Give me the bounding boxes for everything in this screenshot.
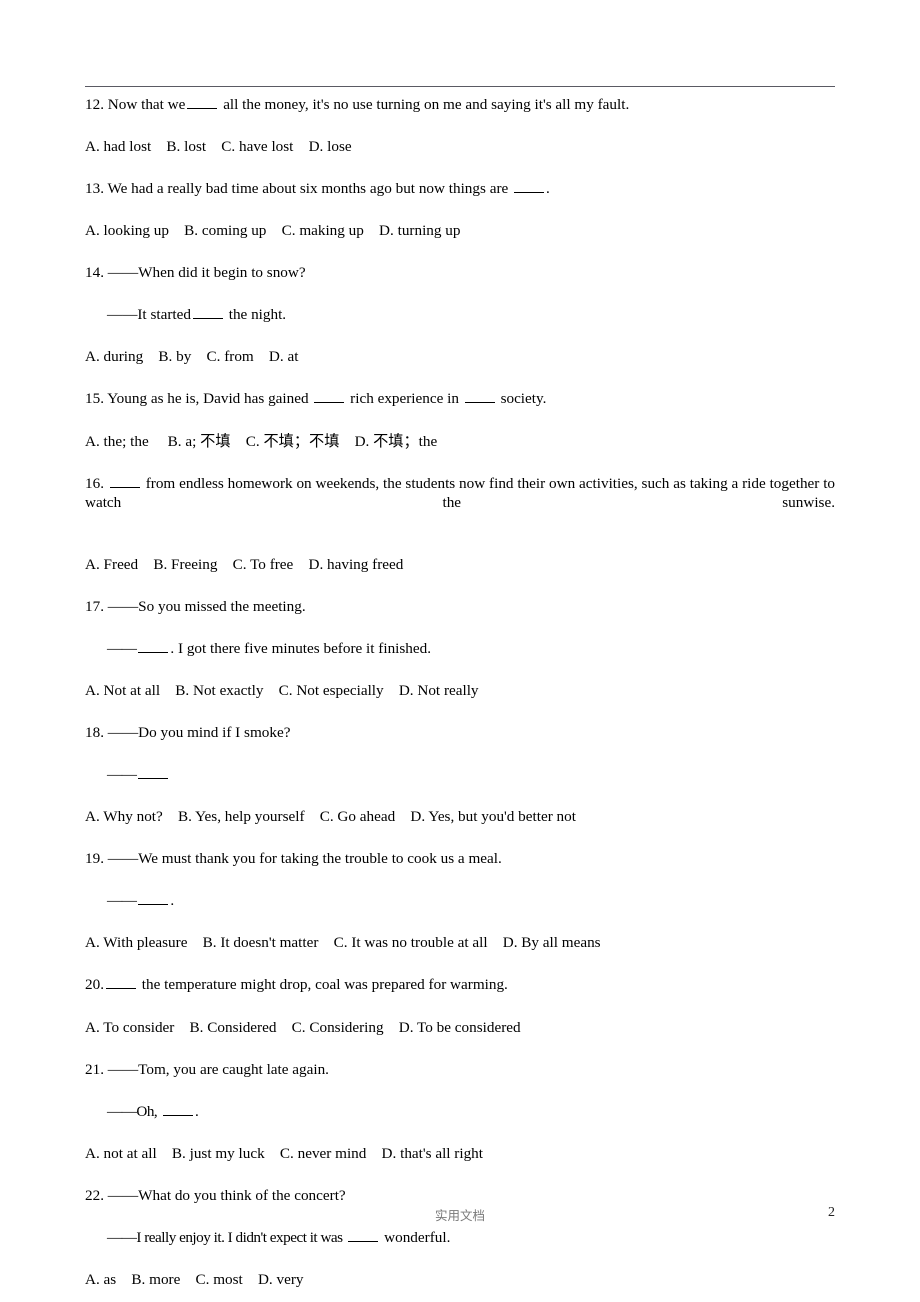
question-12-options[interactable]: A. had lost B. lost C. have lost D. lose xyxy=(85,137,835,157)
answer-blank[interactable] xyxy=(105,988,136,990)
question-13-stem-before: 13. We had a really bad time about six m… xyxy=(85,180,509,198)
question-17-stem: 17. ——So you missed the meeting. xyxy=(85,597,306,615)
footer-watermark: 实用文档 xyxy=(434,1208,485,1223)
document-page: 12. Now that we all the money, it's no u… xyxy=(0,0,920,1302)
question-16-stem-after: from endless homework on weekends, the s… xyxy=(85,474,836,512)
answer-blank[interactable] xyxy=(163,1114,194,1116)
page-number: 2 xyxy=(828,1205,835,1220)
question-20-stem-after: the temperature might drop, coal was pre… xyxy=(141,976,508,994)
question-12-stem-after: all the money, it's no use turning on me… xyxy=(223,96,630,113)
question-18-stem: 18. ——Do you mind if I smoke? xyxy=(85,724,291,742)
question-15-options[interactable]: A. the; the B. a; 不填 C. 不填；不填 D. 不填；the xyxy=(85,432,835,452)
question-19-reply-after: . xyxy=(170,892,175,910)
question-21-options[interactable]: A. not at all B. just my luck C. never m… xyxy=(85,1144,835,1164)
answer-blank[interactable] xyxy=(348,1240,379,1242)
answer-blank[interactable] xyxy=(464,402,495,404)
question-14-stem: 14. ——When did it begin to snow? xyxy=(85,264,306,282)
question-22-reply-before: ——I really enjoy it. I didn't expect it … xyxy=(107,1228,343,1246)
question-13-options[interactable]: A. looking up B. coming up C. making up … xyxy=(85,221,835,241)
answer-blank[interactable] xyxy=(138,778,169,780)
question-18-reply: —— xyxy=(85,765,835,785)
question-19-options[interactable]: A. With pleasure B. It doesn't matter C.… xyxy=(85,933,835,953)
question-18-reply-before: —— xyxy=(107,766,137,784)
question-19-reply-before: —— xyxy=(107,892,137,910)
question-22-reply-after: wonderful. xyxy=(384,1228,451,1246)
question-14-reply-before: ——It started xyxy=(107,306,191,324)
question-16-stem-before: 16. xyxy=(85,474,104,492)
question-15-stem: 15. Young as he is, David has gained ric… xyxy=(85,389,835,409)
answer-blank[interactable] xyxy=(187,108,218,109)
question-16-stem: 16. from endless homework on weekends, t… xyxy=(85,474,835,533)
question-20-stem-before: 20. xyxy=(85,976,104,994)
question-17-reply: —— . I got there five minutes before it f… xyxy=(85,639,835,659)
question-21-reply-before: ——Oh, xyxy=(107,1102,158,1120)
question-19-reply: ——. xyxy=(85,891,835,911)
header-rule xyxy=(85,86,835,87)
document-body: 12. Now that we all the money, it's no u… xyxy=(85,86,835,1302)
answer-blank[interactable] xyxy=(109,486,140,488)
question-22-stem: 22. ——What do you think of the concert? xyxy=(85,1186,346,1204)
question-16-options[interactable]: A. Freed B. Freeing C. To free D. having… xyxy=(85,555,835,575)
question-13-stem-after: . xyxy=(546,180,550,198)
question-20-stem: 20. the temperature might drop, coal was… xyxy=(85,975,835,995)
question-17-reply-before: —— xyxy=(107,639,137,657)
answer-blank[interactable] xyxy=(138,904,169,906)
question-14-reply-after: the night. xyxy=(228,306,287,324)
answer-blank[interactable] xyxy=(138,651,169,653)
question-15-stem-before: 15. Young as he is, David has gained xyxy=(85,390,309,408)
page-footer: 实用文档 2 xyxy=(85,1205,835,1225)
question-17-reply-after: . I got there five minutes before it fin… xyxy=(170,639,432,657)
question-21-reply-after: . xyxy=(195,1102,199,1120)
question-13-stem: 13. We had a really bad time about six m… xyxy=(85,179,835,199)
answer-blank[interactable] xyxy=(192,318,223,320)
question-17-options[interactable]: A. Not at all B. Not exactly C. Not espe… xyxy=(85,681,835,701)
question-19-stem: 19. ——We must thank you for taking the t… xyxy=(85,850,502,868)
question-14-options[interactable]: A. during B. by C. from D. at xyxy=(85,347,835,367)
question-14-reply: ——It started the night. xyxy=(85,305,835,325)
question-18-options[interactable]: A. Why not? B. Yes, help yourself C. Go … xyxy=(85,807,835,827)
question-22-options[interactable]: A. as B. more C. most D. very xyxy=(85,1270,835,1290)
question-15-stem-after: society. xyxy=(500,390,547,408)
answer-blank[interactable] xyxy=(514,192,545,194)
question-21-reply: ——Oh, . xyxy=(85,1102,835,1122)
question-15-stem-mid: rich experience in xyxy=(350,390,459,408)
question-22-reply: ——I really enjoy it. I didn't expect it … xyxy=(85,1228,835,1248)
question-12-stem-before: 12. Now that we xyxy=(85,96,186,113)
question-20-options[interactable]: A. To consider B. Considered C. Consider… xyxy=(85,1018,835,1038)
answer-blank[interactable] xyxy=(314,402,345,404)
question-21-stem: 21. ——Tom, you are caught late again. xyxy=(85,1060,329,1078)
question-12-stem: 12. Now that we all the money, it's no u… xyxy=(85,95,835,115)
